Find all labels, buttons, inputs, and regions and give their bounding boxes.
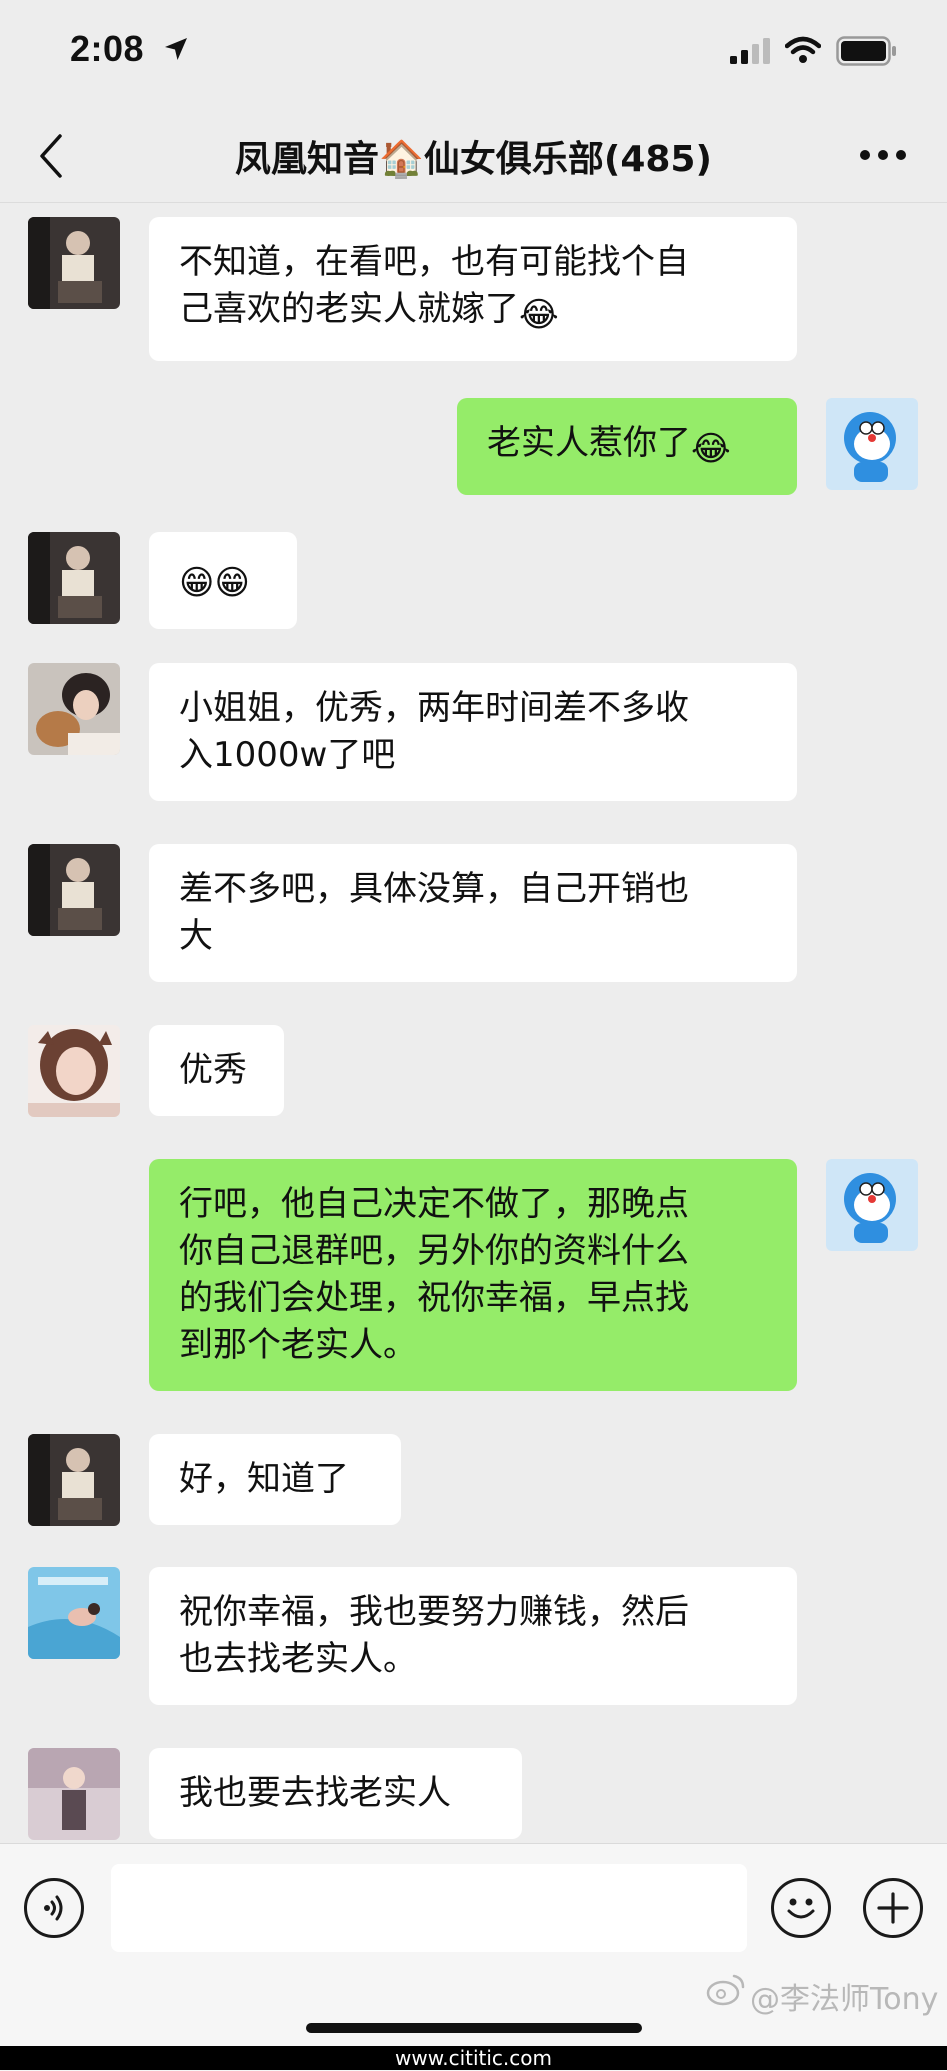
message-bubble[interactable]: 好，知道了 <box>149 1434 401 1525</box>
avatar-self[interactable] <box>826 398 918 490</box>
plus-icon <box>877 1892 909 1924</box>
chat-area[interactable]: 不知道，在看吧，也有可能找个自 己喜欢的老实人就嫁了😂 老实人惹你了😂 😁😁 小… <box>0 203 947 1843</box>
message-bubble[interactable]: 我也要去找老实人 <box>149 1748 522 1839</box>
avatar-self[interactable] <box>826 1159 918 1251</box>
avatar-member-b[interactable] <box>28 663 120 755</box>
avatar-photo <box>28 1567 120 1659</box>
laugh-cry-emoji: 😂 <box>691 429 731 469</box>
message-line: 入1000w了吧 <box>179 735 396 775</box>
message-bubble-outgoing[interactable]: 老实人惹你了😂 <box>457 398 797 495</box>
avatar-member-a[interactable] <box>28 532 120 624</box>
message-bubble[interactable]: 差不多吧，具体没算，自己开销也 大 <box>149 844 797 982</box>
signal-icon <box>730 38 770 64</box>
message-line: 差不多吧，具体没算，自己开销也 <box>179 869 689 909</box>
wifi-icon <box>785 36 821 63</box>
avatar-member-c[interactable] <box>28 1025 120 1117</box>
emoji-button[interactable] <box>771 1878 831 1938</box>
message-line: 好，知道了 <box>179 1459 349 1499</box>
message-bubble[interactable]: 😁😁 <box>149 532 297 629</box>
grin-emoji: 😁😁 <box>179 563 250 603</box>
message-line: 大 <box>179 916 213 956</box>
more-options-icon[interactable] <box>858 148 908 162</box>
avatar-photo <box>28 1434 120 1526</box>
footer-url: www.cititic.com <box>0 2046 947 2070</box>
message-line: 小姐姐，优秀，两年时间差不多收 <box>179 688 689 728</box>
message-line: 祝你幸福，我也要努力赚钱，然后 <box>179 1592 689 1632</box>
avatar-photo <box>28 532 120 624</box>
watermark-text: @李法师Tony <box>750 1982 939 2017</box>
more-functions-button[interactable] <box>863 1878 923 1938</box>
avatar-member-d[interactable] <box>28 1567 120 1659</box>
avatar-member-a[interactable] <box>28 844 120 936</box>
message-line: 也去找老实人。 <box>179 1639 417 1679</box>
avatar-photo <box>28 217 120 309</box>
message-line: 的我们会处理，祝你幸福，早点找 <box>179 1278 689 1318</box>
message-line: 😁😁 <box>179 554 267 607</box>
nav-bar: 凤凰知音🏠仙女俱乐部(485) <box>0 110 947 203</box>
avatar-member-e[interactable] <box>28 1748 120 1840</box>
message-line: 优秀 <box>179 1050 247 1090</box>
message-line: 你自己退群吧，另外你的资料什么 <box>179 1231 689 1271</box>
avatar-member-a[interactable] <box>28 217 120 309</box>
avatar-photo <box>28 663 120 755</box>
status-bar: 2:08 <box>0 0 947 110</box>
avatar-photo <box>28 844 120 936</box>
chat-title: 凤凰知音🏠仙女俱乐部(485) <box>235 139 712 180</box>
watermark: @李法师Tony <box>706 1974 939 2018</box>
avatar-photo <box>28 1025 120 1117</box>
avatar-cartoon <box>826 398 918 490</box>
home-indicator <box>306 2023 642 2033</box>
laugh-cry-emoji: 😂 <box>519 295 559 335</box>
message-bubble-outgoing[interactable]: 行吧，他自己决定不做了，那晚点 你自己退群吧，另外你的资料什么 的我们会处理，祝… <box>149 1159 797 1391</box>
message-line: 不知道，在看吧，也有可能找个自 <box>179 242 689 282</box>
location-arrow-icon <box>165 38 187 60</box>
message-line: 己喜欢的老实人就嫁了😂 <box>179 286 767 339</box>
input-bar <box>0 1843 947 2071</box>
weibo-logo-icon <box>706 1974 745 2006</box>
message-line: 我也要去找老实人 <box>179 1773 451 1813</box>
status-time: 2:08 <box>70 28 145 69</box>
voice-button[interactable] <box>24 1878 84 1938</box>
avatar-photo <box>28 1748 120 1840</box>
message-line: 行吧，他自己决定不做了，那晚点 <box>179 1184 689 1224</box>
message-bubble[interactable]: 不知道，在看吧，也有可能找个自 己喜欢的老实人就嫁了😂 <box>149 217 797 361</box>
message-line: 老实人惹你了😂 <box>487 420 767 473</box>
message-bubble[interactable]: 小姐姐，优秀，两年时间差不多收 入1000w了吧 <box>149 663 797 801</box>
battery-icon <box>836 36 896 66</box>
avatar-member-a[interactable] <box>28 1434 120 1526</box>
smiley-icon <box>787 1898 815 1919</box>
message-bubble[interactable]: 祝你幸福，我也要努力赚钱，然后 也去找老实人。 <box>149 1567 797 1705</box>
message-input[interactable] <box>111 1864 747 1952</box>
voice-icon <box>44 1895 63 1921</box>
message-bubble[interactable]: 优秀 <box>149 1025 284 1116</box>
avatar-cartoon <box>826 1159 918 1251</box>
message-line: 到那个老实人。 <box>179 1325 417 1365</box>
